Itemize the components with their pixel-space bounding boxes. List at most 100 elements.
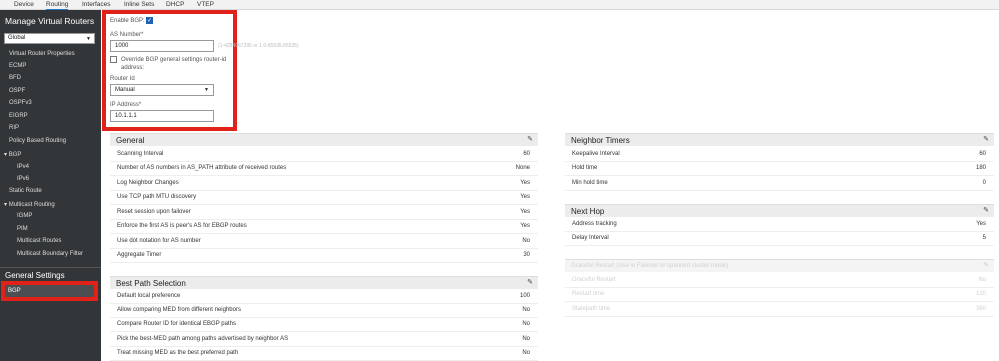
row-label: Restart time <box>572 291 605 297</box>
sidebar-item-policy-based-routing[interactable]: Policy Based Routing <box>9 138 66 144</box>
virtual-router-value: Global <box>8 35 26 41</box>
row-value: Yes <box>976 221 986 227</box>
next-hop-panel-header: Next Hop ✎ <box>565 204 994 217</box>
sidebar-item-bgp-group[interactable]: ▾ BGP <box>4 151 21 158</box>
row-label: Number of AS numbers in AS_PATH attribut… <box>117 165 287 171</box>
override-router-id-label: Override BGP general settings router-id <box>121 57 227 63</box>
row-value: Yes <box>520 180 530 186</box>
row-label: Hold time <box>572 165 598 171</box>
row-label: Pick the best-MED path among paths adver… <box>117 336 289 342</box>
virtual-router-select[interactable]: Global ▼ <box>4 33 95 44</box>
router-id-label: Router Id <box>110 76 135 82</box>
sidebar-item-ospf[interactable]: OSPF <box>9 88 25 94</box>
sidebar-item-ecmp[interactable]: ECMP <box>9 63 26 69</box>
row-label: Scanning Interval <box>117 151 164 157</box>
row-value: 0 <box>982 180 986 186</box>
tab-device[interactable]: Device <box>14 1 34 8</box>
sidebar-item-static-route[interactable]: Static Route <box>9 188 42 194</box>
general-panel-title: General <box>116 136 145 145</box>
sidebar-item-eigrp[interactable]: EIGRP <box>9 113 28 119</box>
table-row: Hold time 180 <box>565 162 994 176</box>
general-settings-heading: General Settings <box>5 271 65 280</box>
row-label: Keepalive Interval <box>572 151 620 157</box>
as-number-label: AS Number* <box>110 32 144 38</box>
table-row: Scanning Interval 60 <box>110 148 538 162</box>
row-value: No <box>978 277 986 283</box>
sidebar-item-igmp[interactable]: IGMP <box>17 213 32 219</box>
graceful-restart-panel-header: Graceful Restart (Use in Failover or spa… <box>565 259 994 272</box>
sidebar-item-ospfv3[interactable]: OSPFv3 <box>9 100 32 106</box>
row-label: Use TCP path MTU discovery <box>117 194 197 200</box>
edit-pencil-icon[interactable]: ✎ <box>527 135 533 143</box>
row-value: No <box>522 238 530 244</box>
row-value: 5 <box>982 235 986 241</box>
row-label: Allow comparing MED from different neigh… <box>117 307 241 313</box>
row-value: 60 <box>523 151 530 157</box>
ip-address-input[interactable]: 10.1.1.1 <box>110 110 214 122</box>
sidebar-item-label: BGP <box>8 152 22 158</box>
edit-pencil-icon[interactable]: ✎ <box>983 135 989 143</box>
general-panel-header: General ✎ <box>110 133 538 146</box>
as-number-hint: (1-4294967295 or 1.0-65535.65535) <box>218 43 299 49</box>
edit-pencil-icon[interactable]: ✎ <box>983 206 989 214</box>
table-row: Stalepath time 360 <box>565 303 994 317</box>
row-label: Min hold time <box>572 180 608 186</box>
sidebar-item-multicast-boundary-filter[interactable]: Multicast Boundary Filter <box>17 251 83 257</box>
best-path-panel-title: Best Path Selection <box>116 279 186 288</box>
as-number-input[interactable]: 1000 <box>110 40 214 52</box>
row-label: Compare Router ID for identical EBGP pat… <box>117 321 236 327</box>
edit-pencil-icon[interactable]: ✎ <box>527 278 533 286</box>
router-id-value: Manual <box>115 87 135 93</box>
sidebar-item-bfd[interactable]: BFD <box>9 75 21 81</box>
table-row: Restart time 120 <box>565 288 994 302</box>
row-value: No <box>522 350 530 356</box>
tab-vtep[interactable]: VTEP <box>197 1 214 8</box>
tab-inline-sets[interactable]: Inline Sets <box>124 1 154 8</box>
sidebar-item-rip[interactable]: RIP <box>9 125 19 131</box>
neighbor-timers-panel-header: Neighbor Timers ✎ <box>565 133 994 146</box>
sidebar-item-pim[interactable]: PIM <box>17 226 28 232</box>
row-label: Reset session upon failover <box>117 209 191 215</box>
row-value: No <box>522 307 530 313</box>
table-row: Aggregate Timer 30 <box>110 249 538 263</box>
enable-bgp-label: Enable BGP: <box>110 18 145 24</box>
table-row: Pick the best-MED path among paths adver… <box>110 333 538 347</box>
sidebar-item-ipv6[interactable]: IPv6 <box>17 176 29 182</box>
table-row: Address tracking Yes <box>565 218 994 232</box>
row-value: Yes <box>520 209 530 215</box>
row-value: None <box>515 165 530 171</box>
row-value: Yes <box>520 194 530 200</box>
ip-address-label: IP Address* <box>110 102 142 108</box>
sidebar-item-bgp-general[interactable]: BGP <box>4 284 97 299</box>
enable-bgp-checkbox[interactable]: ✓ <box>146 17 153 24</box>
neighbor-timers-panel-title: Neighbor Timers <box>571 136 630 145</box>
chevron-down-icon: ▼ <box>86 36 91 42</box>
row-label: Default local preference <box>117 293 181 299</box>
table-row: Enforce the first AS is peer's AS for EB… <box>110 220 538 234</box>
row-label: Aggregate Timer <box>117 252 162 258</box>
row-value: 120 <box>975 291 986 297</box>
tab-interfaces[interactable]: Interfaces <box>82 1 111 8</box>
row-label: Delay Interval <box>572 235 609 241</box>
table-row: Allow comparing MED from different neigh… <box>110 304 538 318</box>
sidebar-item-virtual-router-properties[interactable]: Virtual Router Properties <box>9 51 75 57</box>
sidebar-item-ipv4[interactable]: IPv4 <box>17 164 29 170</box>
row-label: Log Neighbor Changes <box>117 180 179 186</box>
sidebar-item-multicast-routing[interactable]: ▾ Multicast Routing <box>4 201 55 208</box>
row-label: Treat missing MED as the best preferred … <box>117 350 239 356</box>
tab-dhcp[interactable]: DHCP <box>166 1 184 8</box>
graceful-restart-panel-title: Graceful Restart (Use in Failover or spa… <box>571 263 729 269</box>
row-value: 180 <box>975 165 986 171</box>
router-id-select[interactable]: Manual ▼ <box>110 84 214 96</box>
chevron-down-icon: ▼ <box>204 87 209 93</box>
table-row: Keepalive Interval 60 <box>565 148 994 162</box>
row-value: 100 <box>519 293 530 299</box>
override-router-id-checkbox[interactable] <box>110 56 117 63</box>
row-label: Enforce the first AS is peer's AS for EB… <box>117 223 247 229</box>
row-label: Use dot notation for AS number <box>117 238 201 244</box>
table-row: Use dot notation for AS number No <box>110 235 538 249</box>
row-value: No <box>522 321 530 327</box>
table-row: Compare Router ID for identical EBGP pat… <box>110 318 538 332</box>
sidebar-item-multicast-routes[interactable]: Multicast Routes <box>17 238 61 244</box>
sidebar-title: Manage Virtual Routers <box>5 16 95 26</box>
